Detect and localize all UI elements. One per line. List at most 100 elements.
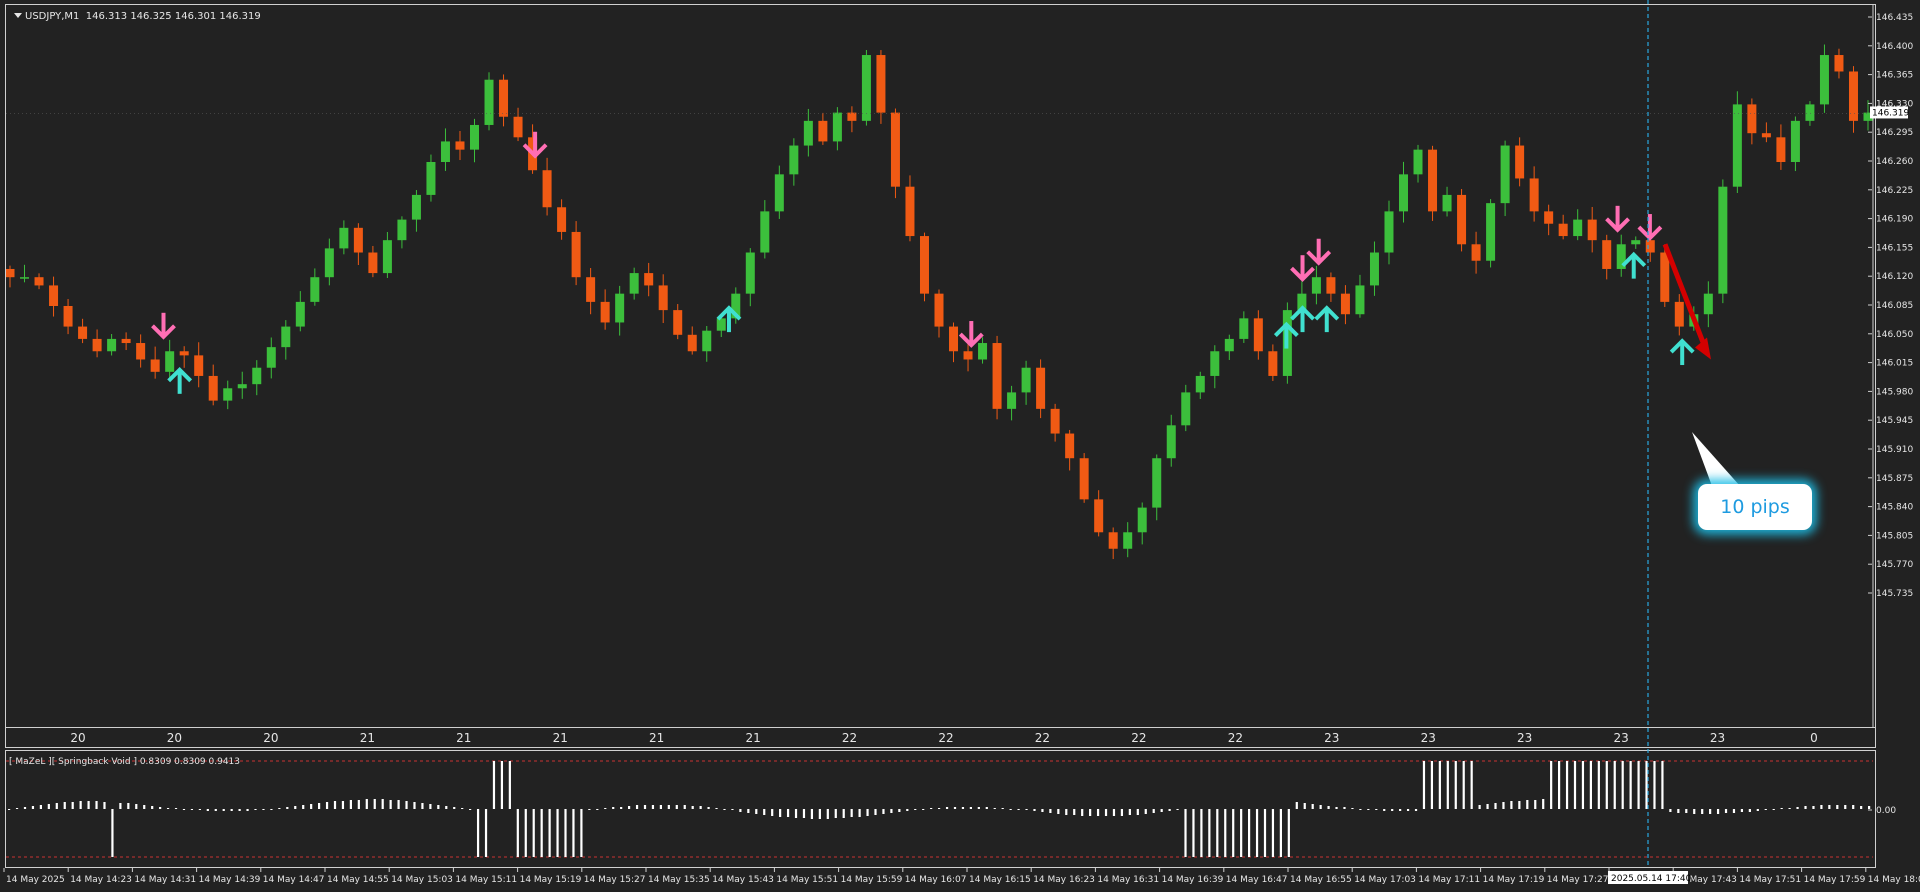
histogram-bar	[151, 806, 154, 809]
candle	[1848, 66, 1858, 133]
histogram-bar	[469, 809, 472, 810]
histogram-bar	[794, 809, 798, 818]
time-label: 14 May 15:43	[712, 875, 774, 885]
histogram-bar	[842, 809, 845, 818]
histogram-bar	[1152, 809, 1155, 813]
candle	[1718, 179, 1728, 304]
histogram-bar	[1319, 805, 1322, 809]
candle	[1021, 360, 1031, 405]
candle	[194, 342, 204, 388]
time-label: 14 May 17:19	[1483, 875, 1545, 885]
indicator-axis: 0.00	[1868, 806, 1896, 816]
histogram-bar	[1057, 809, 1060, 814]
price-axis[interactable]: 146.435146.400146.365146.330146.295146.2…	[1868, 0, 1920, 740]
price-label: 145.805	[1876, 531, 1913, 541]
candle	[1384, 200, 1394, 265]
price-label: 146.050	[1876, 330, 1913, 340]
candle	[1195, 371, 1205, 399]
histogram-bar	[79, 801, 82, 809]
histogram-bar	[930, 808, 933, 809]
histogram-bar	[135, 804, 138, 809]
time-label: 14 May 16:31	[1097, 875, 1159, 885]
histogram-bar	[651, 805, 655, 809]
histogram-bar	[1383, 809, 1386, 811]
histogram-bar	[540, 809, 543, 857]
candle	[266, 337, 276, 379]
crosshair-line[interactable]	[1646, 0, 1650, 892]
histogram-bar	[508, 761, 511, 809]
histogram-bar	[1502, 802, 1505, 809]
candle	[281, 320, 291, 360]
candle	[440, 128, 450, 171]
histogram-bar	[1224, 809, 1227, 857]
histogram-bar	[8, 809, 11, 810]
histogram-bar	[691, 806, 694, 809]
histogram-bar	[874, 809, 877, 815]
indicator-pane[interactable]	[5, 750, 1876, 868]
hour-label: 21	[456, 731, 471, 745]
sell-arrow-icon	[958, 321, 984, 348]
histogram-bar	[1089, 809, 1092, 816]
candle	[1094, 490, 1104, 537]
histogram-bar	[1780, 808, 1783, 809]
candle	[295, 291, 305, 332]
histogram-bar	[1836, 805, 1839, 809]
candle	[919, 232, 929, 302]
price-label: 146.015	[1876, 359, 1913, 369]
histogram-bar	[429, 804, 432, 809]
histogram-bar	[643, 805, 647, 809]
histogram-bar	[1438, 761, 1441, 809]
candle	[223, 380, 233, 410]
histogram-bar	[437, 805, 440, 809]
histogram-bar	[1049, 809, 1052, 813]
candle	[1065, 429, 1075, 471]
candle	[252, 360, 262, 396]
histogram-bar	[1796, 807, 1799, 809]
histogram-bar	[310, 804, 313, 809]
candle	[1587, 206, 1597, 253]
price-label: 145.980	[1876, 387, 1913, 397]
time-label: 14 May 17:59	[1804, 875, 1866, 885]
symbol-info: USDJPY,M1 146.313 146.325 146.301 146.31…	[14, 11, 261, 22]
histogram-bar	[1550, 761, 1553, 809]
histogram-bar	[1367, 809, 1370, 810]
histogram-bar	[1573, 761, 1577, 809]
histogram-bar	[635, 805, 639, 809]
histogram-bar	[1693, 809, 1696, 814]
candle	[165, 339, 175, 380]
histogram-bar	[532, 809, 535, 857]
candle	[499, 74, 509, 127]
histogram-bar	[779, 809, 782, 817]
candles	[6, 44, 1873, 560]
time-axis[interactable]: 14 May 2025 14 May 14:23 14 May 14:31 14 Ma…	[0, 868, 1920, 892]
histogram-bar	[1248, 809, 1251, 857]
candle	[1747, 98, 1757, 145]
histogram-bar	[1494, 803, 1497, 809]
candle	[702, 325, 712, 362]
candle	[1776, 124, 1786, 170]
price-chart-pane[interactable]: USDJPY,M1 146.313 146.325 146.301 146.31…	[5, 4, 1876, 728]
histogram-bar	[1629, 761, 1632, 809]
hour-label-strip: 20 20 20 21 21 21 21 21 22 22 22 22 22 23 23 23 23 23 0	[5, 728, 1876, 748]
candle	[1413, 144, 1423, 183]
dropdown-triangle-icon[interactable]	[14, 13, 22, 18]
histogram-bar	[182, 809, 186, 810]
candle	[397, 216, 407, 249]
histogram-bar	[476, 809, 480, 857]
pips-callout: 10 pips	[1698, 484, 1812, 530]
candle	[121, 332, 131, 351]
candle	[1790, 116, 1800, 172]
histogram-bar	[318, 803, 321, 809]
histogram-bar	[1025, 809, 1028, 810]
candle	[179, 346, 189, 368]
histogram-bar	[1120, 809, 1124, 816]
candle	[1123, 522, 1133, 558]
candle	[1471, 231, 1481, 274]
candle	[1253, 310, 1263, 360]
candle	[1544, 204, 1554, 236]
histogram-bar	[190, 809, 194, 810]
candle	[1573, 209, 1583, 241]
histogram-bar	[1597, 761, 1600, 809]
candle	[20, 264, 30, 283]
candle	[1616, 234, 1626, 277]
